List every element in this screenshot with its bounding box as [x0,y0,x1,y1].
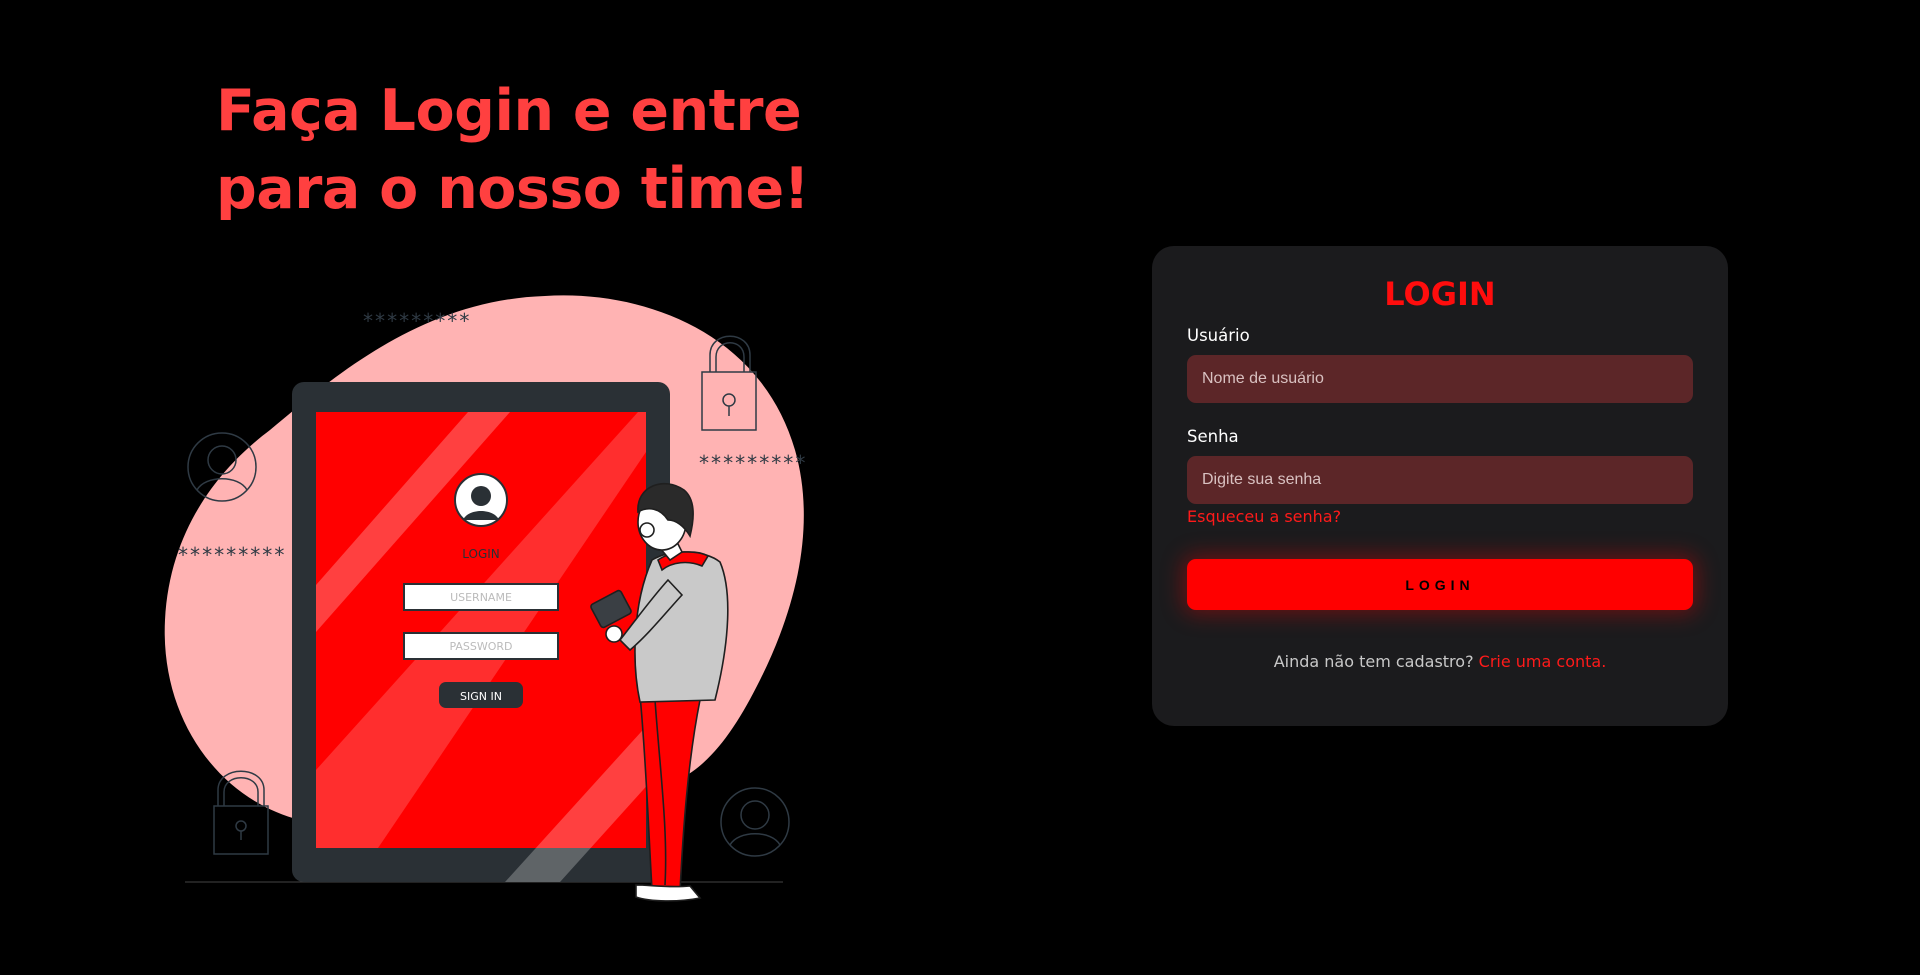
login-button[interactable]: LOGIN [1187,559,1693,610]
phone-password-field: PASSWORD [449,640,512,653]
forgot-password-link[interactable]: Esqueceu a senha? [1187,507,1341,527]
hero-title-line-1: Faça Login e entre [216,78,802,144]
password-mask-top: ********* [362,309,470,333]
signup-question: Ainda não tem cadastro? [1273,652,1474,671]
password-input[interactable] [1187,456,1693,504]
phone-login-label: LOGIN [462,547,500,561]
login-title: LOGIN [1384,275,1496,313]
password-mask-right: ********* [698,451,806,475]
phone-username-field: USERNAME [450,591,512,604]
username-label: Usuário [1187,326,1250,345]
signup-link[interactable]: Crie uma conta. [1479,652,1607,671]
hero-title: Faça Login e entre para o nosso time! [216,72,836,228]
login-page: Faça Login e entre para o nosso time! **… [0,0,1920,975]
login-illustration: ********* ********* ********* LOGIN USER… [164,295,806,902]
signup-prompt: Ainda não tem cadastro? Crie uma conta. [1187,652,1693,672]
username-input[interactable] [1187,355,1693,403]
password-label: Senha [1187,427,1239,446]
hero-title-line-2: para o nosso time! [216,156,810,222]
login-card: LOGIN Usuário Senha Esqueceu a senha? LO… [1152,246,1728,726]
user-avatar-icon-bottom [720,787,790,857]
phone-signin-button: SIGN IN [460,690,502,703]
password-mask-left: ********* [177,543,285,567]
